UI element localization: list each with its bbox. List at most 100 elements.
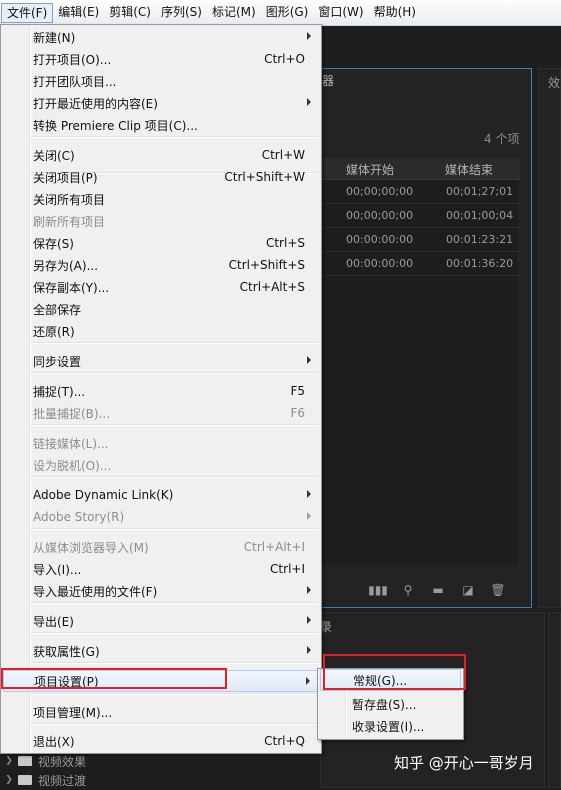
search-icon[interactable]: ⚲ bbox=[400, 583, 416, 597]
cell-media-end: 00;01;00;04 bbox=[446, 209, 514, 222]
menu-item-label: 保存(S) bbox=[33, 236, 74, 251]
menu-item-save-copy[interactable]: 保存副本(Y)... Ctrl+Alt+S bbox=[3, 276, 319, 298]
menu-separator bbox=[31, 602, 319, 604]
menu-item-label: 另存为(A)... bbox=[33, 258, 99, 273]
new-bin-icon[interactable]: ▬ bbox=[430, 583, 446, 597]
menu-item-convert-premiere-clip[interactable]: 转换 Premiere Clip 项目(C)... bbox=[3, 114, 319, 136]
menu-item-label: 链接媒体(L)... bbox=[33, 436, 109, 451]
folder-icon bbox=[18, 775, 32, 785]
menu-separator bbox=[31, 136, 319, 138]
effects-panel-title: 效 bbox=[548, 76, 561, 90]
menu-separator bbox=[31, 342, 319, 344]
submenu-arrow-icon bbox=[307, 98, 311, 106]
new-item-icon[interactable]: ◪ bbox=[460, 583, 476, 597]
menu-item-import-recent-file[interactable]: 导入最近使用的文件(F) bbox=[3, 580, 319, 602]
project-panel-title: 器 bbox=[322, 74, 335, 88]
menu-item-close-all-projects[interactable]: 关闭所有项目 bbox=[3, 188, 319, 210]
menu-item-label: 刷新所有项目 bbox=[33, 214, 106, 229]
menu-item-label: 同步设置 bbox=[33, 354, 82, 369]
column-media-start[interactable]: 媒体开始 bbox=[346, 161, 394, 178]
menu-item-ingest-settings[interactable]: 收录设置(I)... bbox=[320, 715, 461, 737]
menu-item-open-team-project[interactable]: 打开团队项目... bbox=[3, 70, 319, 92]
menu-item-shortcut: Ctrl+Alt+S bbox=[239, 280, 305, 294]
menu-item-label: 全部保存 bbox=[33, 302, 82, 317]
menu-item-batch-capture: 批量捕捉(B)... F6 bbox=[3, 402, 319, 424]
menu-item-label: 设为脱机(O)... bbox=[33, 458, 112, 473]
submenu-arrow-icon bbox=[307, 512, 311, 520]
menu-bar: 文件(F) 编辑(E) 剪辑(C) 序列(S) 标记(M) 图形(G) 窗口(W… bbox=[0, 0, 561, 26]
menu-item-label: 收录设置(I)... bbox=[352, 719, 425, 734]
menu-separator bbox=[31, 528, 319, 530]
menu-item-label: 打开项目(O)... bbox=[33, 52, 112, 67]
menu-item-shortcut: Ctrl+I bbox=[270, 562, 305, 576]
trash-icon[interactable]: 🗑 bbox=[490, 583, 506, 597]
menu-item-shortcut: Ctrl+Alt+I bbox=[243, 540, 305, 554]
menu-item-save-as[interactable]: 另存为(A)... Ctrl+Shift+S bbox=[3, 254, 319, 276]
menu-separator bbox=[31, 693, 319, 695]
item-count: 4 个项 bbox=[484, 132, 520, 146]
project-toolbar: ▮▮▮ ⚲ ▬ ◪ 🗑 bbox=[368, 580, 510, 600]
menu-item-label: 获取属性(G) bbox=[33, 644, 100, 659]
menu-item-shortcut: Ctrl+Q bbox=[264, 734, 305, 748]
submenu-arrow-icon bbox=[307, 32, 311, 40]
folder-icon bbox=[18, 756, 32, 766]
menu-sequence[interactable]: 序列(S) bbox=[156, 3, 207, 23]
menu-item-label: 从媒体浏览器导入(M) bbox=[33, 540, 149, 555]
menu-item-shortcut: Ctrl+S bbox=[265, 236, 305, 250]
menu-item-save[interactable]: 保存(S) Ctrl+S bbox=[3, 232, 319, 254]
menu-item-get-properties[interactable]: 获取属性(G) bbox=[3, 640, 319, 662]
menu-item-export[interactable]: 导出(E) bbox=[3, 610, 319, 632]
menu-item-label: 导入(I)... bbox=[33, 562, 82, 577]
tree-item-video-effects[interactable]: ❯ 视频效果 bbox=[0, 751, 320, 771]
menu-item-import[interactable]: 导入(I)... Ctrl+I bbox=[3, 558, 319, 580]
menu-item-label: 打开最近使用的内容(E) bbox=[33, 96, 158, 111]
menu-item-adobe-story: Adobe Story(R) bbox=[3, 506, 319, 528]
menu-clip[interactable]: 剪辑(C) bbox=[104, 3, 156, 23]
menu-help[interactable]: 帮助(H) bbox=[369, 3, 421, 23]
menu-item-shortcut: F5 bbox=[290, 384, 305, 398]
menu-graphics[interactable]: 图形(G) bbox=[261, 3, 314, 23]
menu-item-close-project[interactable]: 关闭项目(P) Ctrl+Shift+W bbox=[3, 166, 319, 188]
menu-item-capture[interactable]: 捕捉(T)... F5 bbox=[3, 380, 319, 402]
menu-edit[interactable]: 编辑(E) bbox=[53, 3, 104, 23]
menu-item-shortcut: Ctrl+Shift+S bbox=[228, 258, 305, 272]
submenu-arrow-icon bbox=[306, 677, 310, 685]
menu-item-close[interactable]: 关闭(C) Ctrl+W bbox=[3, 144, 319, 166]
menu-item-revert[interactable]: 还原(R) bbox=[3, 320, 319, 342]
menu-item-sync-settings[interactable]: 同步设置 bbox=[3, 350, 319, 372]
menu-item-label: 导出(E) bbox=[33, 614, 74, 629]
menu-markers[interactable]: 标记(M) bbox=[207, 3, 261, 23]
tree-item-label: 视频效果 bbox=[38, 754, 87, 769]
submenu-arrow-icon bbox=[307, 356, 311, 364]
tree-item-video-transitions[interactable]: ❯ 视频过渡 bbox=[0, 770, 320, 790]
cell-media-start: 00;00;00;00 bbox=[346, 209, 414, 222]
menu-item-open-project[interactable]: 打开项目(O)... Ctrl+O bbox=[3, 48, 319, 70]
chevron-right-icon[interactable]: ❯ bbox=[0, 756, 18, 766]
chevron-right-icon[interactable]: ❯ bbox=[0, 775, 18, 785]
cell-media-start: 00;00;00;00 bbox=[346, 185, 414, 198]
menu-item-scratch-disks[interactable]: 暂存盘(S)... bbox=[320, 693, 461, 715]
menu-item-label: 项目管理(M)... bbox=[33, 705, 113, 720]
menu-item-make-offline: 设为脱机(O)... bbox=[3, 454, 319, 476]
menu-item-new[interactable]: 新建(N) bbox=[3, 26, 319, 48]
menu-item-project-manager[interactable]: 项目管理(M)... bbox=[3, 701, 319, 723]
menu-window[interactable]: 窗口(W) bbox=[313, 3, 368, 23]
menu-separator bbox=[31, 476, 319, 478]
column-media-end[interactable]: 媒体结束 bbox=[445, 161, 493, 178]
tree-item-label: 视频过渡 bbox=[38, 773, 87, 788]
menu-item-adobe-dynamic-link[interactable]: Adobe Dynamic Link(K) bbox=[3, 484, 319, 506]
submenu-arrow-icon bbox=[307, 586, 311, 594]
bottom-right-panel bbox=[548, 612, 561, 788]
menu-item-label: 暂存盘(S)... bbox=[352, 697, 417, 712]
menu-item-save-all[interactable]: 全部保存 bbox=[3, 298, 319, 320]
storyboard-icon[interactable]: ▮▮▮ bbox=[368, 583, 388, 597]
menu-item-shortcut: Ctrl+W bbox=[261, 148, 305, 162]
menu-separator bbox=[31, 632, 319, 634]
menu-item-label: 退出(X) bbox=[33, 734, 75, 749]
menu-item-label: 关闭所有项目 bbox=[33, 192, 106, 207]
annotation-box-project-settings bbox=[1, 668, 227, 689]
menu-item-exit[interactable]: 退出(X) Ctrl+Q bbox=[3, 730, 319, 752]
menu-item-open-recent[interactable]: 打开最近使用的内容(E) bbox=[3, 92, 319, 114]
menu-file[interactable]: 文件(F) bbox=[1, 2, 54, 23]
menu-separator bbox=[31, 662, 319, 664]
